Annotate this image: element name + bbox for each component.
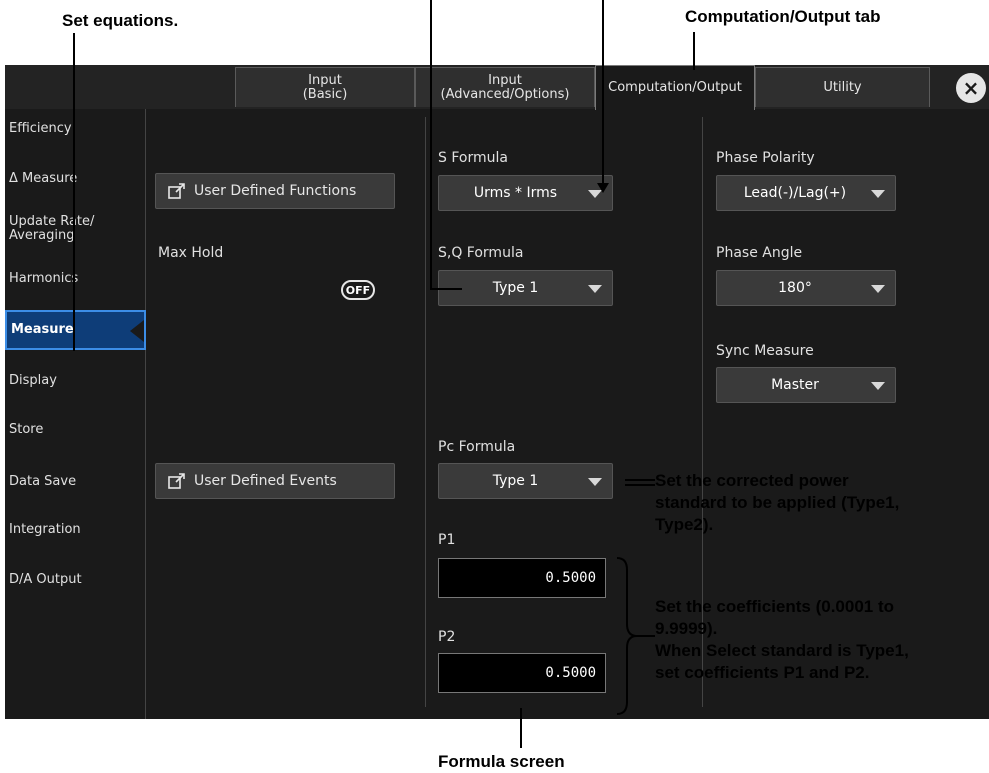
p1-label: P1 — [438, 532, 456, 548]
annotation-set-equations: Set equations. — [62, 11, 179, 30]
external-link-icon — [168, 183, 185, 199]
sidebar-item-label: Efficiency — [9, 121, 72, 136]
callout-line — [602, 0, 604, 185]
callout-line — [693, 32, 695, 70]
callout-brace — [616, 557, 655, 715]
sidebar-item-harmonics[interactable]: Harmonics — [5, 259, 146, 299]
sidebar-item-measure[interactable]: Measure — [5, 310, 146, 350]
callout-line — [625, 479, 655, 481]
p2-input[interactable]: 0.5000 — [438, 653, 606, 693]
sidebar-item-integration[interactable]: Integration — [5, 510, 146, 550]
sidebar-item-label: D/A Output — [9, 572, 82, 587]
dropdown-arrow-icon — [871, 382, 885, 390]
annotation-formula-screen: Formula screen — [438, 752, 565, 771]
dropdown-value: Master — [771, 377, 819, 393]
dropdown-value: 180° — [778, 280, 812, 296]
sidebar-item-display[interactable]: Display — [5, 361, 146, 401]
tab-label: Computation/Output — [608, 80, 742, 95]
button-label: User Defined Functions — [194, 183, 357, 199]
note-line: When Select standard is Type1, — [655, 641, 909, 660]
button-label: User Defined Events — [194, 473, 337, 489]
phase-angle-label: Phase Angle — [716, 245, 803, 261]
note-line: Set the corrected power — [655, 471, 849, 490]
close-icon[interactable]: × — [956, 73, 986, 103]
tab-label-line1: Input — [308, 72, 342, 88]
phase-polarity-label: Phase Polarity — [716, 150, 815, 166]
tab-label-line1: Input — [488, 72, 522, 88]
sync-measure-label: Sync Measure — [716, 343, 814, 359]
callout-line — [430, 288, 462, 290]
sidebar-item-label: Store — [9, 422, 44, 437]
annotation-coef-note: Set the coefficients (0.0001 to 9.9999).… — [655, 596, 985, 684]
sidebar-item-data-save[interactable]: Data Save — [5, 462, 146, 502]
tab-label-line2: (Basic) — [302, 86, 348, 102]
p2-label: P2 — [438, 629, 456, 645]
max-hold-label: Max Hold — [158, 245, 224, 261]
sq-formula-dropdown[interactable]: Type 1 — [438, 270, 613, 306]
dropdown-value: Type 1 — [492, 473, 539, 489]
tab-label: Utility — [823, 79, 862, 95]
dropdown-value: Urms * Irms — [473, 185, 558, 201]
callout-line — [430, 0, 432, 290]
pc-formula-label: Pc Formula — [438, 439, 516, 455]
sidebar-item-label: Harmonics — [9, 271, 79, 286]
dropdown-value: Lead(-)/Lag(+) — [743, 185, 847, 201]
sidebar-item-label: Δ Measure — [9, 171, 78, 186]
callout-arrow-icon — [597, 183, 609, 193]
tab-utility[interactable]: Utility — [755, 67, 930, 107]
dropdown-arrow-icon — [588, 285, 602, 293]
sidebar-item-efficiency[interactable]: Efficiency — [5, 109, 146, 149]
annotation-pc-note: Set the corrected power standard to be a… — [655, 470, 985, 536]
callout-line — [520, 708, 522, 748]
tab-label-line2: (Advanced/Options) — [440, 86, 570, 102]
tab-input-advanced[interactable]: Input (Advanced/Options) — [415, 67, 595, 107]
dropdown-arrow-icon — [588, 478, 602, 486]
note-line: 9.9999). — [655, 619, 718, 638]
phase-polarity-dropdown[interactable]: Lead(-)/Lag(+) — [716, 175, 896, 211]
s-formula-label: S Formula — [438, 150, 508, 166]
tab-computation-output[interactable]: Computation/Output — [595, 65, 755, 110]
max-hold-toggle[interactable]: OFF — [341, 280, 375, 300]
sidebar-item-store[interactable]: Store — [5, 410, 146, 450]
sidebar-item-label: Data Save — [9, 474, 77, 489]
pc-formula-dropdown[interactable]: Type 1 — [438, 463, 613, 499]
sidebar: Efficiency Δ Measure Update Rate/ Averag… — [5, 109, 146, 719]
note-line: Type2). — [655, 515, 714, 534]
sidebar-item-label: Update Rate/ Averaging — [9, 214, 95, 243]
tab-bar: Input (Basic) Input (Advanced/Options) C… — [5, 65, 989, 110]
tab-input-basic[interactable]: Input (Basic) — [235, 67, 415, 107]
annotation-tab-callout: Computation/Output tab — [685, 7, 881, 26]
note-line: set coefficients P1 and P2. — [655, 663, 870, 682]
user-defined-events-button[interactable]: User Defined Events — [155, 463, 395, 499]
phase-angle-dropdown[interactable]: 180° — [716, 270, 896, 306]
callout-line — [625, 484, 655, 486]
sidebar-item-update-rate[interactable]: Update Rate/ Averaging — [5, 209, 115, 249]
dropdown-arrow-icon — [871, 285, 885, 293]
s-formula-dropdown[interactable]: Urms * Irms — [438, 175, 613, 211]
sync-measure-dropdown[interactable]: Master — [716, 367, 896, 403]
sq-formula-label: S,Q Formula — [438, 245, 524, 261]
dropdown-arrow-icon — [871, 190, 885, 198]
note-line: Set the coefficients (0.0001 to — [655, 597, 895, 616]
sidebar-item-label: Display — [9, 373, 57, 388]
p1-input[interactable]: 0.5000 — [438, 558, 606, 598]
callout-line — [73, 33, 75, 351]
note-line: standard to be applied (Type1, — [655, 493, 900, 512]
sidebar-item-da-output[interactable]: D/A Output — [5, 560, 146, 600]
external-link-icon — [168, 473, 185, 489]
column-divider — [425, 117, 426, 707]
dropdown-value: Type 1 — [492, 280, 539, 296]
user-defined-functions-button[interactable]: User Defined Functions — [155, 173, 395, 209]
sidebar-item-label: Integration — [9, 522, 81, 537]
sidebar-item-delta-measure[interactable]: Δ Measure — [5, 159, 146, 199]
sidebar-item-label: Measure — [11, 322, 74, 337]
